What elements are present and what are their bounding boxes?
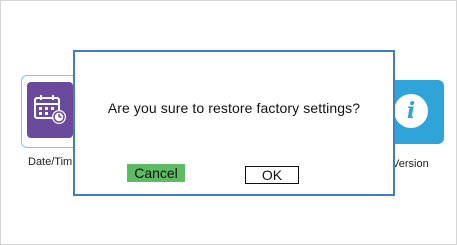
calendar-clock-icon (27, 82, 73, 138)
info-icon: i (394, 94, 428, 128)
confirm-dialog: Are you sure to restore factory settings… (73, 50, 395, 196)
tile-label-version: Version (392, 158, 429, 170)
calendar-icon-graphic (34, 95, 66, 124)
tile-label-datetime: Date/Tim (28, 156, 73, 168)
dialog-message: Are you sure to restore factory settings… (107, 100, 361, 116)
ok-button[interactable]: OK (245, 166, 299, 184)
cancel-button[interactable]: Cancel (127, 164, 185, 182)
